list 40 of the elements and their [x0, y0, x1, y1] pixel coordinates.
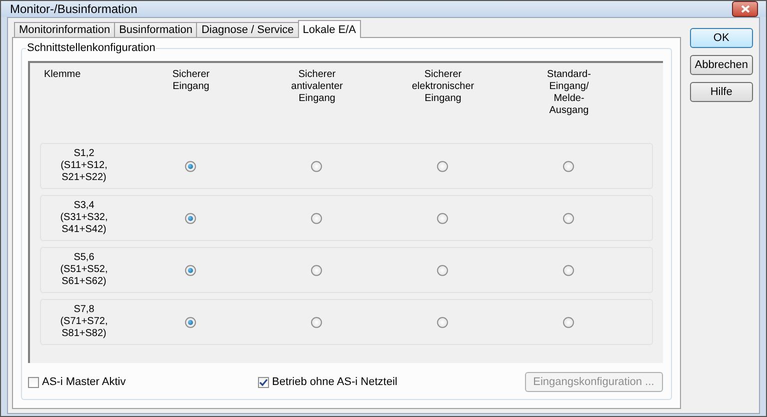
terminal-label: S7,8 (S71+S72, S81+S82) [60, 304, 108, 340]
radio-button[interactable] [310, 264, 322, 276]
checkbox[interactable] [258, 376, 269, 388]
radio-button[interactable] [562, 212, 574, 224]
column-header: Sicherer antivalenter Eingang [291, 69, 343, 105]
close-icon [740, 5, 750, 13]
dialog-button[interactable]: Abbrechen [690, 55, 753, 75]
radio-button[interactable] [310, 316, 322, 328]
radio-button[interactable] [436, 316, 448, 328]
radio-button[interactable] [184, 316, 196, 328]
radio-button[interactable] [562, 160, 574, 172]
tab[interactable]: Monitorinformation [14, 22, 116, 37]
dialog-button[interactable]: Hilfe [690, 82, 753, 102]
tab[interactable]: Diagnose / Service [196, 22, 299, 37]
radio-button[interactable] [310, 212, 322, 224]
terminal-label: S1,2 (S11+S12, S21+S22) [60, 148, 108, 184]
column-header: Standard- Eingang/ Melde- Ausgang [547, 69, 591, 117]
terminal-label: S5,6 (S51+S52, S61+S62) [60, 252, 108, 288]
checkbox-label: AS-i Master Aktiv [42, 376, 126, 388]
ok-button[interactable]: OK [690, 28, 753, 48]
column-header: Klemme [44, 69, 81, 81]
column-header: Sicherer Eingang [172, 69, 210, 93]
radio-button[interactable] [562, 264, 574, 276]
radio-button[interactable] [562, 316, 574, 328]
radio-button[interactable] [184, 264, 196, 276]
tab[interactable]: Lokale E/A [298, 20, 361, 38]
checkbox[interactable] [28, 376, 39, 388]
close-button[interactable] [732, 1, 758, 17]
checkbox-label: Betrieb ohne AS-i Netzteil [272, 376, 398, 388]
radio-button[interactable] [436, 160, 448, 172]
tab[interactable]: Businformation [114, 22, 198, 37]
terminal-label: S3,4 (S31+S32, S41+S42) [60, 200, 108, 236]
radio-button[interactable] [184, 160, 196, 172]
column-header: Sicherer elektronischer Eingang [412, 69, 474, 105]
radio-button[interactable] [436, 212, 448, 224]
radio-button[interactable] [436, 264, 448, 276]
window-title: Monitor-/Businformation [10, 2, 138, 16]
group-title: Schnittstellenkonfiguration [26, 42, 156, 54]
radio-button[interactable] [310, 160, 322, 172]
radio-button[interactable] [184, 212, 196, 224]
